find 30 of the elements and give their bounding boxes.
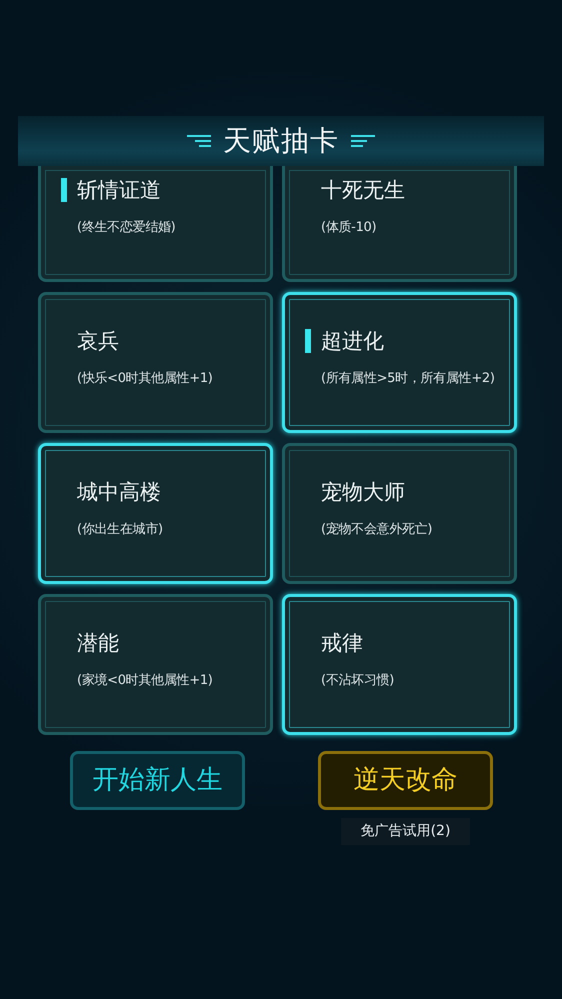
talent-effect: (终生不恋爱结婚)	[77, 219, 176, 237]
screen-title: 天赋抽卡	[223, 123, 339, 159]
talent-card[interactable]: 超进化 (所有属性>5时，所有属性+2)	[282, 292, 517, 433]
talent-effect: (不沾坏习惯)	[321, 672, 394, 690]
talent-card[interactable]: 斩情证道 (终生不恋爱结婚)	[38, 166, 273, 282]
talent-name: 潜能	[77, 630, 119, 657]
talent-effect: (体质-10)	[321, 219, 376, 237]
trial-count-label: 免广告试用(2)	[340, 818, 470, 845]
talent-effect: (家境<0时其他属性+1)	[77, 672, 213, 690]
lines-icon	[187, 134, 211, 148]
talent-name: 城中高楼	[77, 479, 161, 506]
talent-effect: (所有属性>5时，所有属性+2)	[321, 370, 495, 388]
talent-card[interactable]: 戒律 (不沾坏习惯)	[282, 594, 517, 735]
start-button[interactable]: 开始新人生	[70, 751, 245, 810]
talent-name: 十死无生	[321, 177, 405, 204]
talent-name: 超进化	[321, 328, 384, 355]
talent-name: 宠物大师	[321, 479, 405, 506]
talent-card[interactable]: 宠物大师 (宠物不会意外死亡)	[282, 443, 517, 584]
talent-name: 斩情证道	[77, 177, 161, 204]
talent-card[interactable]: 十死无生 (体质-10)	[282, 166, 517, 282]
reroll-button[interactable]: 逆天改命	[318, 751, 493, 810]
talent-effect: (快乐<0时其他属性+1)	[77, 370, 213, 388]
talent-name: 哀兵	[77, 328, 119, 355]
talent-effect: (你出生在城市)	[77, 521, 163, 539]
talent-name: 戒律	[321, 630, 363, 657]
talent-effect: (宠物不会意外死亡)	[321, 521, 432, 539]
lines-icon	[351, 134, 375, 148]
talent-card[interactable]: 潜能 (家境<0时其他属性+1)	[38, 594, 273, 735]
talent-card[interactable]: 城中高楼 (你出生在城市)	[38, 443, 273, 584]
talent-card[interactable]: 哀兵 (快乐<0时其他属性+1)	[38, 292, 273, 433]
